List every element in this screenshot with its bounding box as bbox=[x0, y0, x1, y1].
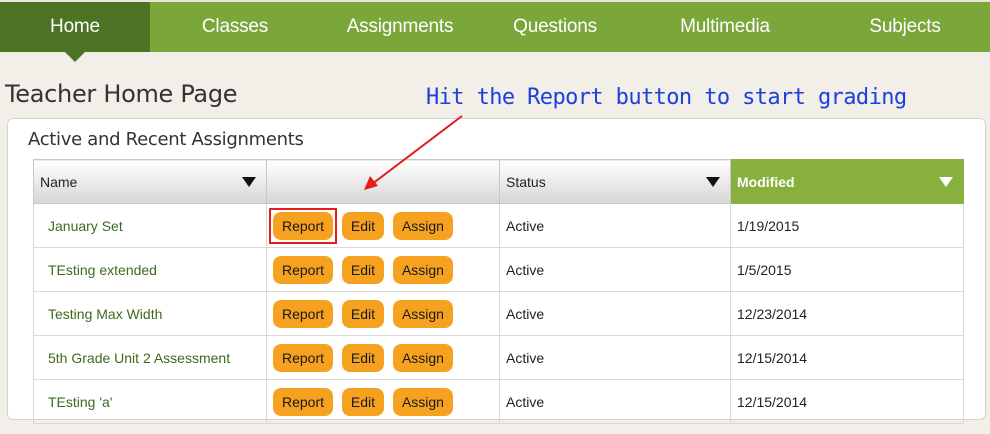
actions-cell: Report Edit Assign bbox=[266, 203, 500, 248]
report-button[interactable]: Report bbox=[273, 387, 334, 416]
assignments-table: Name Status Modified January Set Report … bbox=[33, 159, 964, 424]
column-header-name[interactable]: Name bbox=[33, 159, 267, 204]
assignment-name[interactable]: 5th Grade Unit 2 Assessment bbox=[33, 335, 267, 380]
assignment-name[interactable]: TEsting extended bbox=[33, 247, 267, 292]
table-row: 5th Grade Unit 2 Assessment Report Edit … bbox=[33, 335, 964, 380]
nav-questions[interactable]: Questions bbox=[480, 2, 630, 52]
table-header-row: Name Status Modified bbox=[33, 159, 964, 204]
status-cell: Active bbox=[499, 247, 731, 292]
assign-button[interactable]: Assign bbox=[392, 299, 453, 328]
status-cell: Active bbox=[499, 379, 731, 424]
table-row: TEsting 'a' Report Edit Assign Active 12… bbox=[33, 379, 964, 424]
report-button[interactable]: Report bbox=[273, 299, 334, 328]
nav-home[interactable]: Home bbox=[0, 2, 150, 62]
modified-cell: 12/15/2014 bbox=[730, 335, 964, 380]
nav-multimedia[interactable]: Multimedia bbox=[630, 2, 820, 52]
table-row: January Set Report Edit Assign Active 1/… bbox=[33, 203, 964, 248]
actions-cell: Report Edit Assign bbox=[266, 335, 500, 380]
assignment-name[interactable]: Testing Max Width bbox=[33, 291, 267, 336]
column-header-modified[interactable]: Modified bbox=[730, 159, 964, 204]
sort-down-icon bbox=[706, 177, 720, 187]
modified-cell: 1/5/2015 bbox=[730, 247, 964, 292]
status-cell: Active bbox=[499, 203, 731, 248]
report-button[interactable]: Report bbox=[273, 343, 334, 372]
assign-button[interactable]: Assign bbox=[392, 343, 453, 372]
assignment-name[interactable]: January Set bbox=[33, 203, 267, 248]
nav-classes[interactable]: Classes bbox=[150, 2, 320, 52]
status-cell: Active bbox=[499, 335, 731, 380]
main-nav: Home Classes Assignments Questions Multi… bbox=[0, 2, 990, 62]
column-header-label: Name bbox=[40, 173, 78, 190]
edit-button[interactable]: Edit bbox=[341, 211, 385, 240]
edit-button[interactable]: Edit bbox=[341, 343, 385, 372]
nav-assignments[interactable]: Assignments bbox=[320, 2, 480, 52]
modified-cell: 1/19/2015 bbox=[730, 203, 964, 248]
modified-cell: 12/23/2014 bbox=[730, 291, 964, 336]
column-header-actions bbox=[266, 159, 500, 204]
table-row: TEsting extended Report Edit Assign Acti… bbox=[33, 247, 964, 292]
panel-title: Active and Recent Assignments bbox=[28, 129, 304, 150]
actions-cell: Report Edit Assign bbox=[266, 291, 500, 336]
edit-button[interactable]: Edit bbox=[341, 387, 385, 416]
report-button[interactable]: Report bbox=[273, 255, 334, 284]
edit-button[interactable]: Edit bbox=[341, 255, 385, 284]
modified-cell: 12/15/2014 bbox=[730, 379, 964, 424]
actions-cell: Report Edit Assign bbox=[266, 247, 500, 292]
sort-down-icon bbox=[242, 177, 256, 187]
assignments-panel: Active and Recent Assignments Name Statu… bbox=[7, 118, 986, 424]
assign-button[interactable]: Assign bbox=[392, 211, 453, 240]
actions-cell: Report Edit Assign bbox=[266, 379, 500, 424]
assignment-name[interactable]: TEsting 'a' bbox=[33, 379, 267, 424]
edit-button[interactable]: Edit bbox=[341, 299, 385, 328]
report-highlight-box bbox=[269, 207, 338, 244]
nav-subjects[interactable]: Subjects bbox=[820, 2, 990, 52]
column-header-label: Status bbox=[506, 173, 546, 190]
column-header-status[interactable]: Status bbox=[499, 159, 731, 204]
column-header-label: Modified bbox=[737, 173, 795, 190]
assign-button[interactable]: Assign bbox=[392, 255, 453, 284]
assign-button[interactable]: Assign bbox=[392, 387, 453, 416]
report-highlight-wrap: Report bbox=[269, 207, 338, 244]
sort-down-icon bbox=[939, 177, 953, 187]
annotation-text: Hit the Report button to start grading bbox=[426, 85, 907, 110]
page-title: Teacher Home Page bbox=[5, 80, 238, 108]
table-row: Testing Max Width Report Edit Assign Act… bbox=[33, 291, 964, 336]
status-cell: Active bbox=[499, 291, 731, 336]
